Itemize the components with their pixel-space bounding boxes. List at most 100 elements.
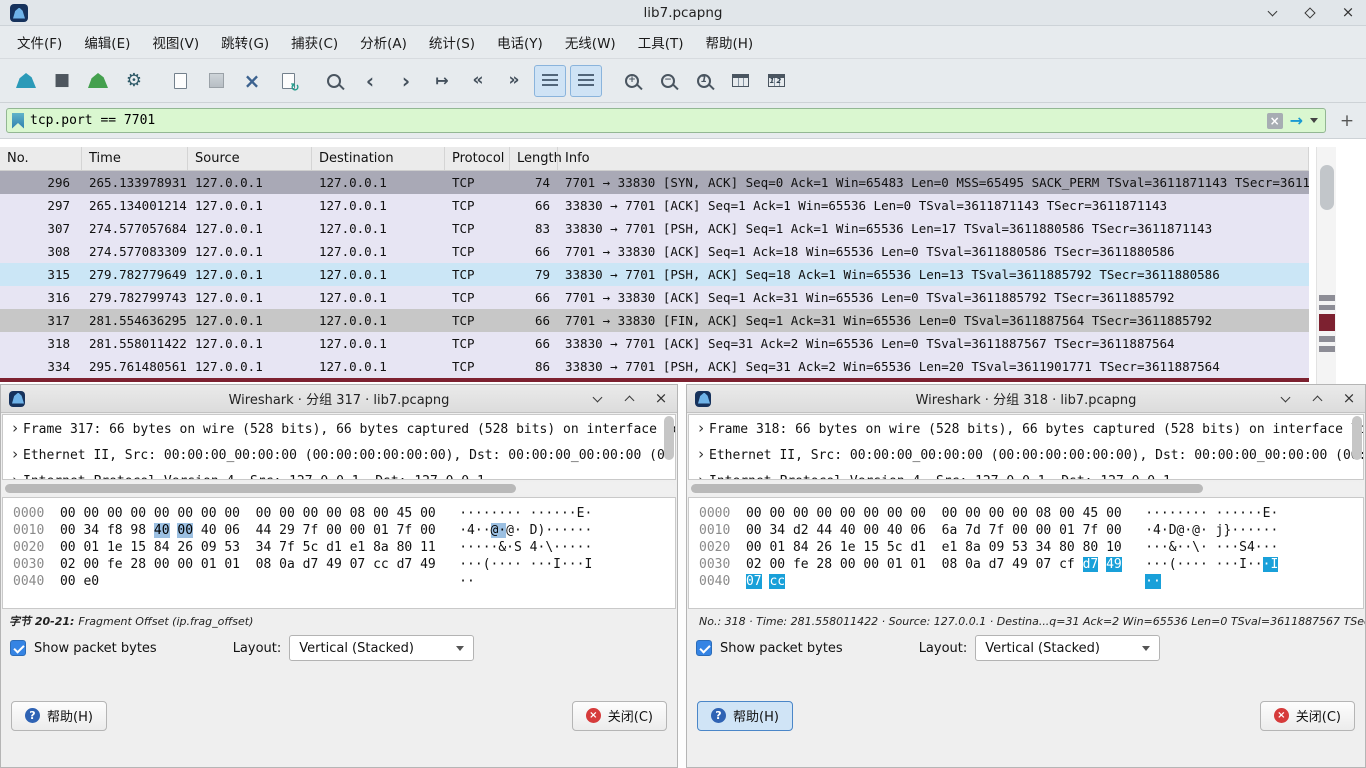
unshade-button[interactable] [621,391,637,407]
hex-row[interactable]: 0040 07 cc ·· [699,573,1363,590]
column-header-col-protocol[interactable]: Protocol [445,147,510,170]
show-packet-bytes-checkbox[interactable] [10,640,26,656]
save-file-icon[interactable] [200,65,232,97]
close-button[interactable]: × [653,391,669,407]
menu-help[interactable]: 帮助(H) [694,27,764,57]
filter-dropdown-icon[interactable] [1310,118,1318,123]
hex-dump[interactable]: 0000 00 00 00 00 00 00 00 00 00 00 00 00… [688,497,1364,609]
go-back-icon[interactable]: ‹ [354,65,386,97]
filter-bookmark-icon[interactable] [12,113,24,129]
menu-file[interactable]: 文件(F) [6,27,73,57]
menu-edit[interactable]: 编辑(E) [73,27,141,57]
close-file-icon[interactable]: × [236,65,268,97]
close-dialog-button[interactable]: × 关闭(C) [572,701,667,731]
column-header-col-no[interactable]: No. [0,147,82,170]
scrollbar-handle[interactable] [691,484,1203,493]
start-capture-icon[interactable] [10,65,42,97]
resize-columns-icon[interactable] [724,65,756,97]
menu-capture[interactable]: 捕获(C) [280,27,349,57]
tree-item[interactable]: ›Frame 318: 66 bytes on wire (528 bits),… [689,415,1363,441]
hex-row[interactable]: 0030 02 00 fe 28 00 00 01 01 08 0a d7 49… [699,556,1363,573]
packet-detail-tree[interactable]: ›Frame 318: 66 bytes on wire (528 bits),… [688,414,1364,480]
chevron-right-icon[interactable]: › [693,441,709,467]
zoom-in-icon[interactable]: + [616,65,648,97]
show-packet-bytes-checkbox[interactable] [696,640,712,656]
packet-list-scrollbar[interactable] [1316,147,1336,384]
menu-view[interactable]: 视图(V) [141,27,210,57]
tree-item[interactable]: ›Internet Protocol Version 4, Src: 127.0… [689,467,1363,480]
packet-row-318[interactable]: 318281.558011422127.0.0.1127.0.0.1TCP663… [0,332,1309,355]
hex-row[interactable]: 0020 00 01 84 26 1e 15 5c d1 e1 8a 09 53… [699,539,1363,556]
column-header-col-destination[interactable]: Destination [312,147,445,170]
maximize-button[interactable] [1302,5,1318,21]
packet-row-296[interactable]: 296265.133978931127.0.0.1127.0.0.1TCP747… [0,171,1309,194]
tree-item[interactable]: ›Ethernet II, Src: 00:00:00_00:00:00 (00… [689,441,1363,467]
tree-scrollbar[interactable] [1352,416,1362,460]
column-header-col-length[interactable]: Length [510,147,558,170]
packet-row-317[interactable]: 317281.554636295127.0.0.1127.0.0.1TCP667… [0,309,1309,332]
tree-item[interactable]: ›Frame 317: 66 bytes on wire (528 bits),… [3,415,675,441]
hex-row[interactable]: 0010 00 34 d2 44 40 00 40 06 6a 7d 7f 00… [699,522,1363,539]
unshade-button[interactable] [1309,391,1325,407]
packet-row-307[interactable]: 307274.577057684127.0.0.1127.0.0.1TCP833… [0,217,1309,240]
stop-capture-icon[interactable]: ■ [46,65,78,97]
menu-statistics[interactable]: 统计(S) [418,27,486,57]
filter-clear-icon[interactable]: × [1267,113,1283,129]
first-packet-icon[interactable]: « [462,65,494,97]
tree-horizontal-scrollbar[interactable] [689,482,1363,495]
chevron-right-icon[interactable]: › [7,467,23,480]
column-header-col-source[interactable]: Source [188,147,312,170]
layout-select[interactable]: Vertical (Stacked) [289,635,474,661]
close-button[interactable]: × [1340,5,1356,21]
menu-go[interactable]: 跳转(G) [210,27,280,57]
menu-tools[interactable]: 工具(T) [627,27,695,57]
colorize-icon[interactable] [570,65,602,97]
packet-row-334[interactable]: 334295.761480561127.0.0.1127.0.0.1TCP863… [0,355,1309,378]
packet-row-308[interactable]: 308274.577083309127.0.0.1127.0.0.1TCP667… [0,240,1309,263]
reload-file-icon[interactable]: ↻ [272,65,304,97]
tree-item[interactable]: ›Ethernet II, Src: 00:00:00_00:00:00 (00… [3,441,675,467]
filter-apply-icon[interactable]: → [1290,113,1303,129]
menu-analyze[interactable]: 分析(A) [349,27,418,57]
scrollbar-handle[interactable] [5,484,516,493]
tree-scrollbar[interactable] [664,416,674,460]
layout-select[interactable]: Vertical (Stacked) [975,635,1160,661]
restart-capture-icon[interactable] [82,65,114,97]
scrollbar-handle[interactable] [1320,165,1334,210]
close-dialog-button[interactable]: × 关闭(C) [1260,701,1355,731]
chevron-right-icon[interactable]: › [7,441,23,467]
filter-expression[interactable]: tcp.port == 7701 [30,113,1261,128]
capture-options-icon[interactable]: ⚙ [118,65,150,97]
go-forward-icon[interactable]: › [390,65,422,97]
hex-row[interactable]: 0000 00 00 00 00 00 00 00 00 00 00 00 00… [13,505,675,522]
packet-detail-tree[interactable]: ›Frame 317: 66 bytes on wire (528 bits),… [2,414,676,480]
hex-row[interactable]: 0020 00 01 1e 15 84 26 09 53 34 7f 5c d1… [13,539,675,556]
menu-telephony[interactable]: 电话(Y) [486,27,554,57]
packet-row-316[interactable]: 316279.782799743127.0.0.1127.0.0.1TCP667… [0,286,1309,309]
hex-row[interactable]: 0010 00 34 f8 98 40 00 40 06 44 29 7f 00… [13,522,675,539]
packet-row-297[interactable]: 297265.134001214127.0.0.1127.0.0.1TCP663… [0,194,1309,217]
hex-row[interactable]: 0000 00 00 00 00 00 00 00 00 00 00 00 00… [699,505,1363,522]
hex-row[interactable]: 0040 00 e0 ·· [13,573,675,590]
filter-add-button[interactable]: + [1334,108,1360,133]
tree-item[interactable]: ›Internet Protocol Version 4, Src: 127.0… [3,467,675,480]
chevron-right-icon[interactable]: › [693,415,709,441]
chevron-right-icon[interactable]: › [693,467,709,480]
column-header-col-time[interactable]: Time [82,147,188,170]
auto-scroll-icon[interactable] [534,65,566,97]
last-packet-icon[interactable]: » [498,65,530,97]
column-display-icon[interactable]: 12 [760,65,792,97]
menu-wireless[interactable]: 无线(W) [554,27,627,57]
help-button[interactable]: ? 帮助(H) [11,701,107,731]
display-filter-input[interactable]: tcp.port == 7701 × → [6,108,1326,133]
close-button[interactable]: × [1341,391,1357,407]
help-button[interactable]: ? 帮助(H) [697,701,793,731]
shade-button[interactable] [1277,391,1293,407]
hex-row[interactable]: 0030 02 00 fe 28 00 00 01 01 08 0a d7 49… [13,556,675,573]
chevron-right-icon[interactable]: › [7,415,23,441]
hex-dump[interactable]: 0000 00 00 00 00 00 00 00 00 00 00 00 00… [2,497,676,609]
shade-button[interactable] [589,391,605,407]
open-file-icon[interactable] [164,65,196,97]
column-header-col-info[interactable]: Info [558,147,1309,170]
packet-row-315[interactable]: 315279.782779649127.0.0.1127.0.0.1TCP793… [0,263,1309,286]
